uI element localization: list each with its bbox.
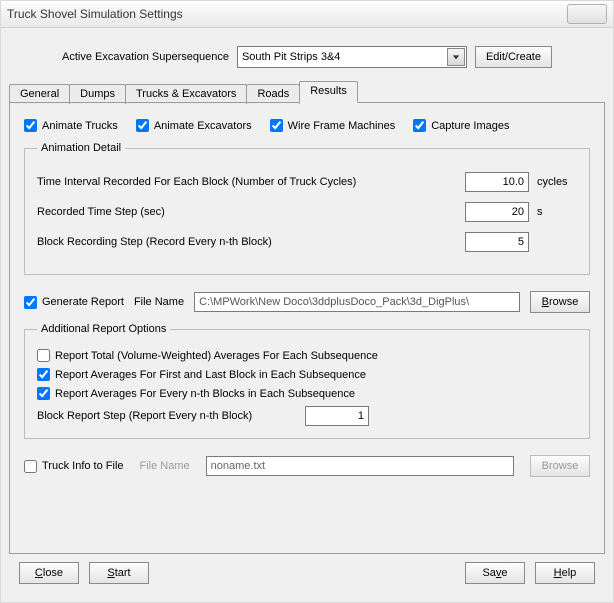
check-report-first-last-box[interactable] — [37, 368, 50, 381]
input-truck-file[interactable] — [206, 456, 514, 476]
check-animate-excavators-box[interactable] — [136, 119, 149, 132]
supersequence-value: South Pit Strips 3&4 — [242, 51, 340, 63]
footer: Close Start Save Help — [9, 554, 605, 594]
tab-results[interactable]: Results — [299, 81, 358, 103]
row-truck-info: Truck Info to File File Name Browse — [24, 455, 590, 477]
group-additional-report-legend: Additional Report Options — [37, 323, 170, 335]
titlebar: Truck Shovel Simulation Settings — [1, 1, 613, 28]
check-wire-frame-label: Wire Frame Machines — [288, 120, 396, 132]
tab-roads[interactable]: Roads — [246, 84, 300, 104]
check-truck-info-box[interactable] — [24, 460, 37, 473]
check-report-total-box[interactable] — [37, 349, 50, 362]
save-button[interactable]: Save — [465, 562, 525, 584]
tabstrip: General Dumps Trucks & Excavators Roads … — [9, 82, 605, 103]
row-block-recording: Block Recording Step (Record Every n-th … — [37, 232, 577, 252]
tab-trucks-excavators[interactable]: Trucks & Excavators — [125, 84, 247, 104]
input-block-recording[interactable] — [465, 232, 529, 252]
group-animation-detail: Animation Detail Time Interval Recorded … — [24, 142, 590, 275]
group-additional-report: Additional Report Options Report Total (… — [24, 323, 590, 439]
check-capture-images-box[interactable] — [413, 119, 426, 132]
check-generate-report-box[interactable] — [24, 296, 37, 309]
window-body: Active Excavation Supersequence South Pi… — [1, 28, 613, 602]
label-time-interval: Time Interval Recorded For Each Block (N… — [37, 176, 457, 188]
tab-dumps[interactable]: Dumps — [69, 84, 126, 104]
window-title: Truck Shovel Simulation Settings — [7, 7, 183, 21]
check-generate-report-label: Generate Report — [42, 296, 124, 308]
label-block-recording: Block Recording Step (Record Every n-th … — [37, 236, 457, 248]
edit-create-button[interactable]: Edit/Create — [475, 46, 552, 68]
input-recorded-step[interactable] — [465, 202, 529, 222]
window-close-button[interactable] — [567, 4, 607, 24]
unit-cycles: cycles — [537, 176, 577, 188]
close-button[interactable]: Close — [19, 562, 79, 584]
browse-report-button[interactable]: Browse — [530, 291, 590, 313]
check-report-first-last[interactable]: Report Averages For First and Last Block… — [37, 368, 577, 381]
check-animate-trucks-label: Animate Trucks — [42, 120, 118, 132]
check-capture-images[interactable]: Capture Images — [413, 119, 509, 132]
label-recorded-step: Recorded Time Step (sec) — [37, 206, 457, 218]
tab-page-results: Animate Trucks Animate Excavators Wire F… — [9, 103, 605, 554]
row-time-interval: Time Interval Recorded For Each Block (N… — [37, 172, 577, 192]
check-truck-info[interactable]: Truck Info to File — [24, 460, 124, 473]
row-recorded-step: Recorded Time Step (sec) s — [37, 202, 577, 222]
top-checks-row: Animate Trucks Animate Excavators Wire F… — [24, 119, 590, 132]
check-report-first-last-label: Report Averages For First and Last Block… — [55, 369, 366, 381]
check-animate-trucks[interactable]: Animate Trucks — [24, 119, 118, 132]
check-animate-excavators[interactable]: Animate Excavators — [136, 119, 252, 132]
label-truck-file-name: File Name — [140, 460, 190, 472]
row-block-report-step: Block Report Step (Report Every n-th Blo… — [37, 406, 577, 426]
browse-truck-button: Browse — [530, 455, 590, 477]
check-report-every-nth-label: Report Averages For Every n-th Blocks in… — [55, 388, 355, 400]
start-button[interactable]: Start — [89, 562, 149, 584]
check-report-total-label: Report Total (Volume-Weighted) Averages … — [55, 350, 378, 362]
check-animate-trucks-box[interactable] — [24, 119, 37, 132]
supersequence-label: Active Excavation Supersequence — [62, 51, 229, 63]
input-time-interval[interactable] — [465, 172, 529, 192]
check-report-every-nth-box[interactable] — [37, 387, 50, 400]
input-report-path[interactable] — [194, 292, 520, 312]
check-wire-frame[interactable]: Wire Frame Machines — [270, 119, 396, 132]
label-block-report-step: Block Report Step (Report Every n-th Blo… — [37, 410, 297, 422]
input-block-report-step[interactable] — [305, 406, 369, 426]
supersequence-row: Active Excavation Supersequence South Pi… — [9, 36, 605, 82]
check-animate-excavators-label: Animate Excavators — [154, 120, 252, 132]
group-animation-detail-legend: Animation Detail — [37, 142, 125, 154]
supersequence-select[interactable]: South Pit Strips 3&4 — [237, 46, 467, 68]
chevron-down-icon — [447, 48, 465, 66]
row-generate-report: Generate Report File Name Browse — [24, 291, 590, 313]
unit-seconds: s — [537, 206, 577, 218]
window: Truck Shovel Simulation Settings Active … — [0, 0, 614, 603]
check-truck-info-label: Truck Info to File — [42, 460, 124, 472]
check-capture-images-label: Capture Images — [431, 120, 509, 132]
help-button[interactable]: Help — [535, 562, 595, 584]
check-report-every-nth[interactable]: Report Averages For Every n-th Blocks in… — [37, 387, 577, 400]
label-file-name: File Name — [134, 296, 184, 308]
check-wire-frame-box[interactable] — [270, 119, 283, 132]
check-report-total[interactable]: Report Total (Volume-Weighted) Averages … — [37, 349, 577, 362]
tab-general[interactable]: General — [9, 84, 70, 104]
check-generate-report[interactable]: Generate Report — [24, 296, 124, 309]
